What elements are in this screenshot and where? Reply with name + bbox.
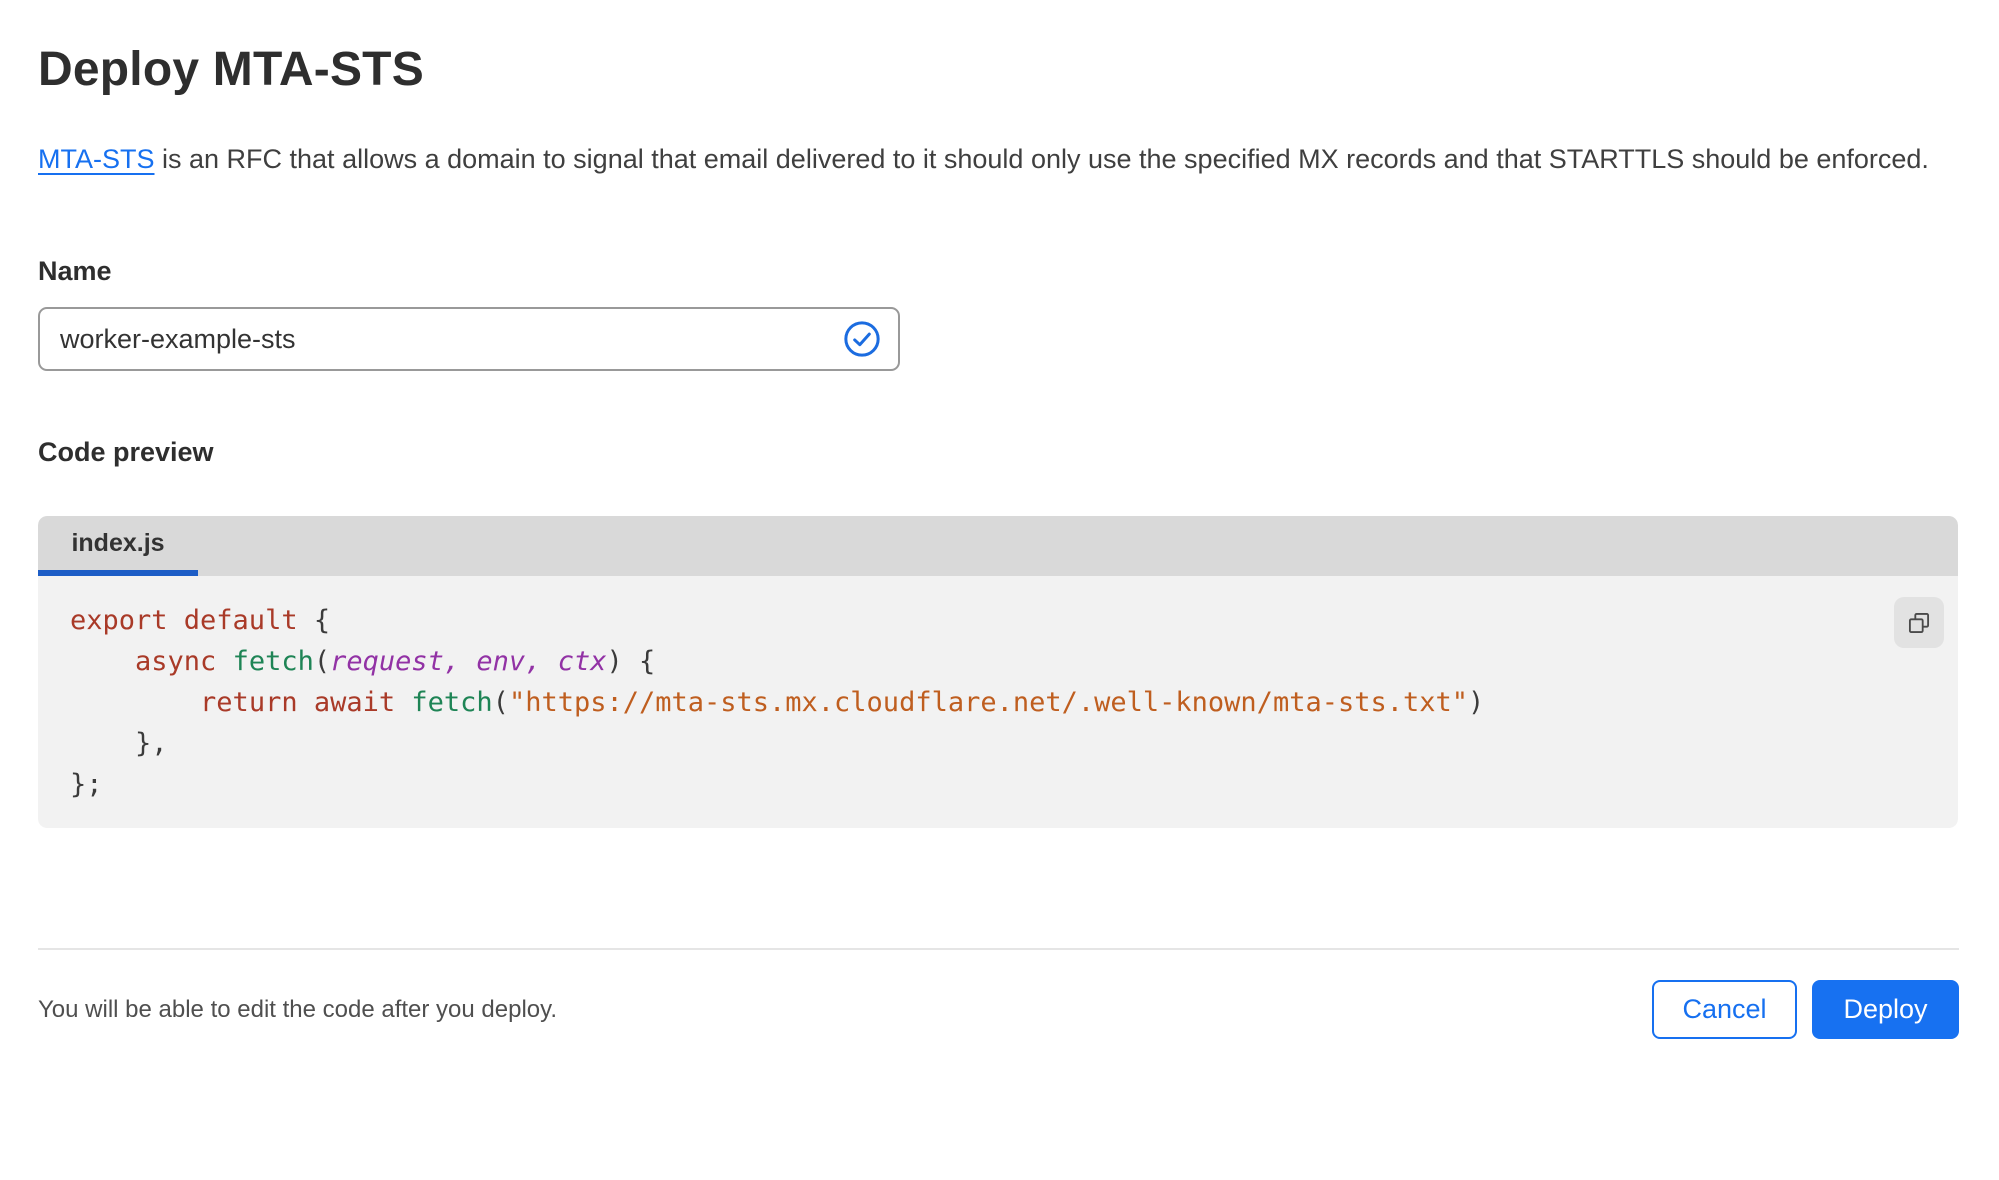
- code-token: ): [1468, 687, 1485, 718]
- name-label: Name: [38, 256, 112, 286]
- code-token: };: [70, 769, 103, 800]
- code-line: async fetch(request, env, ctx) {: [70, 641, 1888, 682]
- code-token: "https://mta-sts.mx.cloudflare.net/.well…: [508, 687, 1469, 718]
- deploy-mta-sts-page: Deploy MTA-STS MTA-STS is an RFC that al…: [0, 42, 1999, 1039]
- code-line: };: [70, 764, 1888, 805]
- name-input[interactable]: [38, 307, 900, 371]
- code-token: fetch: [232, 646, 314, 677]
- code-line: return await fetch("https://mta-sts.mx.c…: [70, 682, 1888, 723]
- page-title: Deploy MTA-STS: [38, 43, 424, 96]
- tab-index-js[interactable]: index.js: [38, 516, 198, 576]
- code-token: async: [135, 646, 217, 677]
- copy-icon: [1908, 612, 1930, 633]
- copy-button[interactable]: [1894, 597, 1944, 648]
- tab-label: index.js: [71, 528, 165, 557]
- code-token: ) {: [606, 646, 656, 677]
- description: MTA-STS is an RFC that allows a domain t…: [38, 137, 1933, 182]
- footer-divider: [38, 948, 1959, 950]
- code-preview-heading: Code preview: [38, 437, 214, 467]
- code-area: export default { async fetch(request, en…: [38, 576, 1958, 828]
- description-text: is an RFC that allows a domain to signal…: [154, 144, 1929, 174]
- code-line: export default {: [70, 600, 1888, 641]
- code-line: },: [70, 723, 1888, 764]
- footer: You will be able to edit the code after …: [38, 980, 1959, 1039]
- code-token: },: [70, 728, 168, 759]
- footer-buttons: Cancel Deploy: [1652, 980, 1959, 1039]
- code-token: request, env, ctx: [330, 646, 607, 677]
- mta-sts-link[interactable]: MTA-STS: [38, 144, 155, 174]
- check-circle-icon: [844, 321, 880, 357]
- code-token: {: [297, 605, 331, 636]
- deploy-button[interactable]: Deploy: [1812, 980, 1959, 1039]
- name-input-wrap: [38, 307, 900, 371]
- code-token: export default: [70, 605, 298, 636]
- code-token: (: [313, 646, 331, 677]
- code-tab-bar: index.js: [38, 516, 1958, 576]
- code-preview-card: index.js export default { async fetch(re…: [38, 516, 1958, 828]
- code-token: fetch: [411, 687, 493, 718]
- code-token: return await: [200, 687, 396, 718]
- footer-note: You will be able to edit the code after …: [38, 995, 558, 1023]
- code-block: export default { async fetch(request, en…: [70, 600, 1888, 805]
- cancel-button[interactable]: Cancel: [1652, 980, 1797, 1039]
- code-token: (: [492, 687, 509, 718]
